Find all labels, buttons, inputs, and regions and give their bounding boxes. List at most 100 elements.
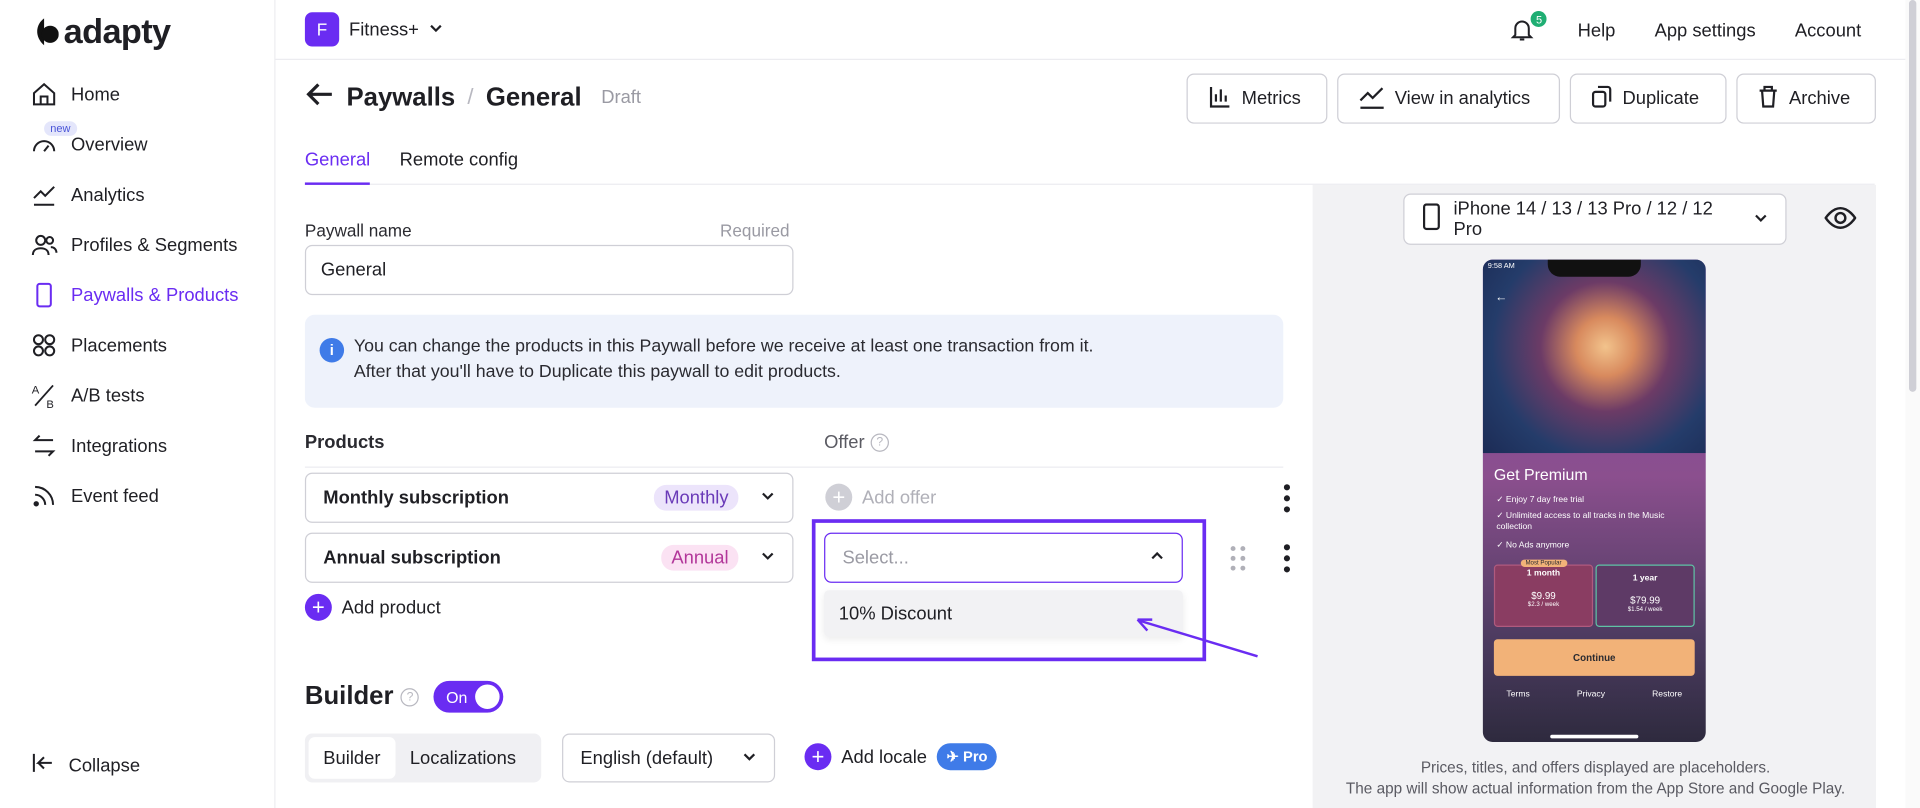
rss-icon <box>29 481 58 510</box>
more-options-icon[interactable] <box>1283 544 1291 580</box>
tab-general[interactable]: General <box>304 137 371 185</box>
archive-button[interactable]: Archive <box>1736 73 1876 124</box>
collapse-icon <box>29 749 56 781</box>
duplicate-button[interactable]: Duplicate <box>1569 73 1727 124</box>
phone-plan-per: $1.54 / week <box>1627 606 1663 614</box>
scrollbar-thumb[interactable] <box>1908 0 1917 392</box>
help-link[interactable]: Help <box>1578 20 1616 41</box>
line-chart-icon <box>29 180 58 209</box>
paywall-name-label: Paywall name <box>304 220 412 241</box>
sidebar-item-label: Placements <box>71 334 167 356</box>
segment-builder[interactable]: Builder <box>308 737 396 779</box>
product-select-monthly[interactable]: Monthly subscription Monthly <box>304 472 794 523</box>
plus-icon: + <box>825 483 853 511</box>
sidebar-item-label: Event feed <box>71 485 159 507</box>
phone-title: Get Premium <box>1493 465 1588 484</box>
app-settings-link[interactable]: App settings <box>1655 20 1756 41</box>
sidebar-item-ab-tests[interactable]: AB A/B tests <box>29 380 145 412</box>
product-name: Annual subscription <box>323 547 501 569</box>
pointer-arrow-icon <box>1136 618 1258 658</box>
tab-remote-config[interactable]: Remote config <box>400 137 518 185</box>
phone-links: Terms Privacy Restore <box>1483 691 1706 700</box>
offer-label: Offer <box>824 432 865 454</box>
duplicate-label: Duplicate <box>1622 88 1700 109</box>
trash-icon <box>1757 84 1779 113</box>
required-label: Required <box>720 220 790 241</box>
plus-icon: + <box>304 593 332 621</box>
add-product-button[interactable]: + Add product <box>304 593 441 621</box>
metrics-button[interactable]: Metrics <box>1186 73 1328 124</box>
chevron-down-icon <box>429 19 444 40</box>
phone-feature-text: Unlimited access to all tracks in the Mu… <box>1496 511 1665 532</box>
phone-link-privacy: Privacy <box>1576 690 1605 700</box>
copy-icon <box>1591 84 1613 113</box>
app-switcher[interactable]: F Fitness+ <box>304 12 444 47</box>
sidebar-item-profiles-segments[interactable]: Profiles & Segments <box>29 229 237 261</box>
phone-link-restore: Restore <box>1652 690 1683 700</box>
divider <box>304 466 1284 468</box>
add-locale-button[interactable]: + Add locale ✈ Pro <box>804 743 998 771</box>
rocket-icon: ✈ <box>946 748 959 766</box>
device-select[interactable]: iPhone 14 / 13 / 13 Pro / 12 / 12 Pro <box>1403 193 1787 245</box>
eye-icon[interactable] <box>1824 203 1857 239</box>
notification-count: 5 <box>1531 11 1548 27</box>
more-options-icon[interactable] <box>1283 484 1291 520</box>
sidebar-item-overview[interactable]: Overview <box>29 129 148 161</box>
sidebar-item-analytics[interactable]: Analytics <box>29 179 145 211</box>
brand-name: adapty <box>63 12 171 51</box>
add-offer-button[interactable]: + Add offer <box>825 483 937 511</box>
builder-toggle[interactable]: On <box>433 680 504 713</box>
paywall-name-input[interactable]: General <box>304 244 794 296</box>
sidebar-item-label: Home <box>71 83 121 105</box>
account-link[interactable]: Account <box>1795 20 1861 41</box>
phone-feature-text: No Ads anymore <box>1505 541 1570 550</box>
phone-link-terms: Terms <box>1506 690 1530 700</box>
phone-back-icon: ← <box>1495 291 1508 305</box>
svg-text:A: A <box>32 384 40 396</box>
sidebar-item-home[interactable]: Home <box>29 78 120 110</box>
sidebar-item-integrations[interactable]: Integrations <box>29 430 167 462</box>
sidebar-item-paywalls-products[interactable]: Paywalls & Products <box>29 279 238 311</box>
offer-select-placeholder: Select... <box>842 547 909 569</box>
phone-feature: ✓ Unlimited access to all tracks in the … <box>1496 511 1665 532</box>
segment-localizations[interactable]: Localizations <box>395 737 531 779</box>
breadcrumb-separator: / <box>467 84 474 109</box>
sidebar-item-label: A/B tests <box>71 385 145 406</box>
brand-logo[interactable]: adapty <box>32 12 171 51</box>
phone-plan-price: $79.99 <box>1630 595 1661 607</box>
scrollbar[interactable] <box>1905 0 1920 808</box>
toggle-label: On <box>446 687 468 706</box>
add-locale-label: Add locale <box>841 746 928 768</box>
phone-preview: 9:58 AM ← Get Premium ✓ Enjoy 7 day free… <box>1482 259 1706 743</box>
product-select-annual[interactable]: Annual subscription Annual <box>304 532 794 583</box>
language-value: English (default) <box>580 747 714 769</box>
view-in-analytics-button[interactable]: View in analytics <box>1337 73 1561 124</box>
users-icon <box>29 230 58 259</box>
help-icon[interactable]: ? <box>400 687 420 706</box>
notifications-button[interactable]: 5 <box>1509 11 1548 45</box>
collapse-button[interactable]: Collapse <box>29 749 140 781</box>
phone-continue-button: Continue <box>1493 639 1695 676</box>
line-chart-icon <box>1358 84 1385 113</box>
breadcrumb-paywalls[interactable]: Paywalls <box>347 83 456 112</box>
help-icon[interactable]: ? <box>870 433 889 452</box>
phone-plan-card: Most Popular 1 month $9.99 $2.3 / week <box>1493 559 1594 627</box>
info-line-2: After that you'll have to Duplicate this… <box>353 362 841 383</box>
app-name: Fitness+ <box>348 18 419 40</box>
phone-plan-name: 1 month <box>1526 569 1561 578</box>
sidebar-item-event-feed[interactable]: Event feed <box>29 480 159 512</box>
sidebar-item-label: Profiles & Segments <box>71 234 238 256</box>
info-line-1: You can change the products in this Payw… <box>353 336 1094 357</box>
hero-image <box>1482 259 1706 454</box>
offer-select[interactable]: Select... <box>824 532 1183 583</box>
offer-option-10-discount[interactable]: 10% Discount <box>824 590 1183 637</box>
add-offer-label: Add offer <box>862 486 937 508</box>
sidebar-item-label: Paywalls & Products <box>71 284 239 306</box>
phone-plan-price: $9.99 <box>1531 590 1556 602</box>
language-select[interactable]: English (default) <box>562 733 776 783</box>
topbar: F Fitness+ 5 Help App settings Account <box>275 0 1920 61</box>
drag-handle-icon[interactable] <box>1229 545 1246 578</box>
back-arrow-icon[interactable] <box>305 81 334 114</box>
phone-plan-name: 1 year <box>1632 574 1658 583</box>
sidebar-item-placements[interactable]: Placements <box>29 329 167 361</box>
